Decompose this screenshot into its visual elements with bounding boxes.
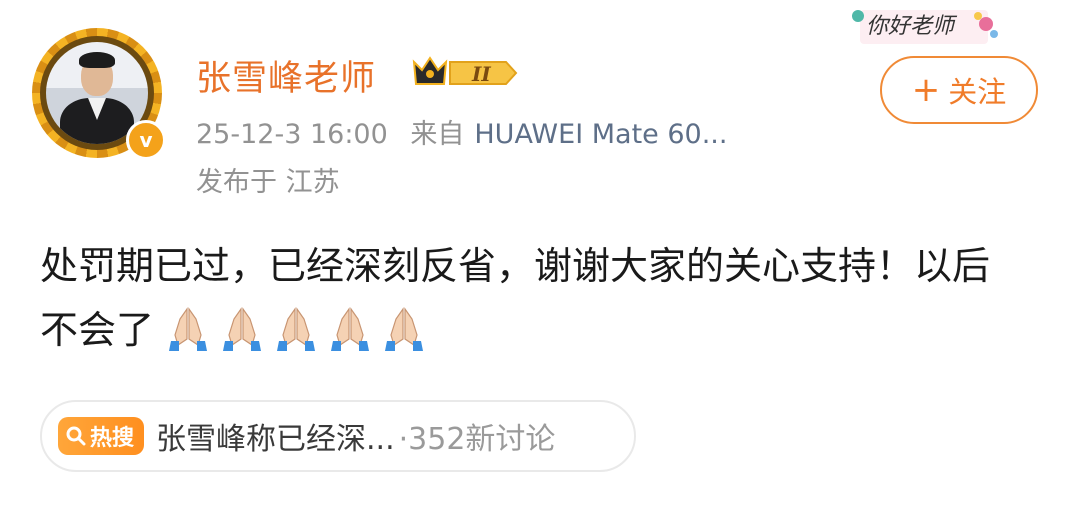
folded-hands-icon (331, 307, 370, 351)
hot-search-tag-label: 热搜 (90, 426, 135, 451)
follow-button[interactable]: + 关注 (880, 56, 1038, 124)
vip-level: II (471, 62, 491, 86)
folded-hands-icon (385, 307, 424, 351)
hot-search-tag: 热搜 (58, 417, 145, 455)
search-icon (66, 426, 86, 446)
post-content: 处罚期已过，已经深刻反省，谢谢大家的关心支持！以后不会了 (40, 234, 1020, 362)
follow-label: 关注 (948, 75, 1007, 109)
username[interactable]: 张雪峰老师 (196, 50, 376, 101)
hot-search-title: 张雪峰称已经深... (156, 422, 395, 457)
folded-hands-icon (223, 307, 262, 351)
avatar[interactable]: v (32, 28, 166, 160)
post-location: 发布于 江苏 (196, 167, 340, 198)
sticker-text: 你好老师 (866, 14, 955, 39)
folded-hands-icon (277, 307, 316, 351)
plus-icon: + (911, 70, 941, 110)
post-timestamp: 25-12-3 16:00 (196, 119, 388, 150)
hot-search-chip[interactable]: 热搜 张雪峰称已经深... ·352新讨论 (40, 400, 636, 472)
hot-search-count: ·352新讨论 (398, 422, 556, 457)
source-prefix: 来自 (410, 119, 465, 150)
emoji-row (166, 307, 436, 352)
verified-icon: v (126, 120, 166, 160)
vip-crown-badge-icon: II (412, 56, 518, 86)
device-name[interactable]: HUAWEI Mate 60... (474, 119, 727, 150)
folded-hands-icon (169, 307, 208, 351)
post-meta: 25-12-3 16:00 来自 HUAWEI Mate 60... (196, 112, 727, 151)
